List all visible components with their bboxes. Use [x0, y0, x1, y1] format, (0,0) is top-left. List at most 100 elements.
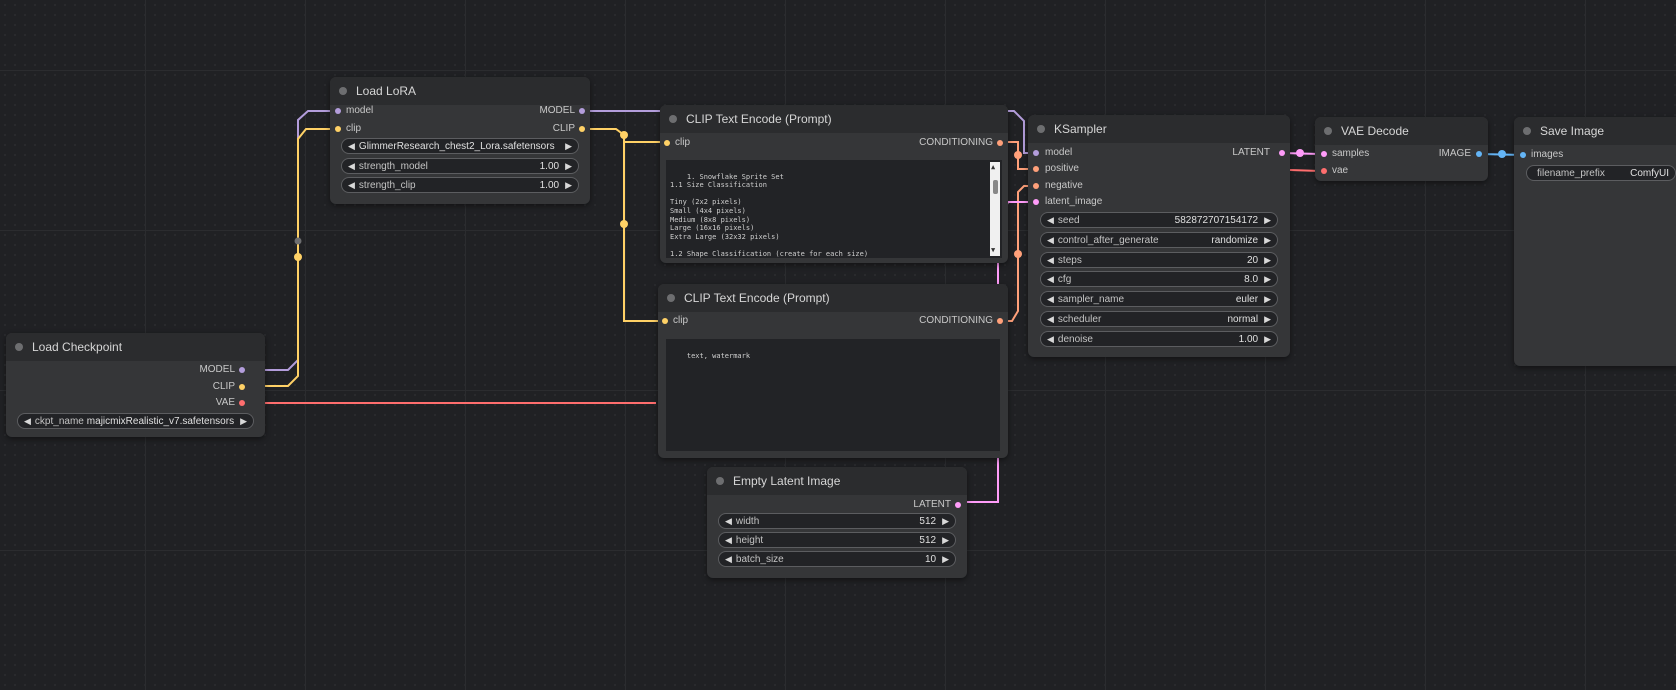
input-clip-slot[interactable]	[662, 318, 668, 324]
collapse-dot-icon[interactable]	[667, 294, 675, 302]
output-latent-slot[interactable]	[1279, 150, 1285, 156]
widget-value: 8.0	[1244, 273, 1259, 285]
widget-lora-name[interactable]: ◀ GlimmerResearch_chest2_Lora.safetensor…	[341, 138, 579, 154]
collapse-dot-icon[interactable]	[339, 87, 347, 95]
output-clip-slot[interactable]	[579, 126, 585, 132]
decrement-arrow-icon[interactable]: ◀	[24, 416, 31, 427]
increment-arrow-icon[interactable]: ▶	[240, 416, 247, 427]
output-model-slot[interactable]	[579, 108, 585, 114]
widget-name: control_after_generate	[1057, 234, 1159, 246]
scroll-down-icon[interactable]: ▼	[991, 246, 995, 255]
node-vae-decode[interactable]: VAE Decode samples vae IMAGE	[1315, 117, 1488, 181]
node-header[interactable]: Save Image	[1514, 117, 1676, 145]
widget-strength-model[interactable]: ◀ strength_model 1.00 ▶	[341, 158, 579, 174]
prompt-text-area[interactable]: 1. Snowflake Sprite Set 1.1 Size Classif…	[666, 160, 1002, 258]
widget-height[interactable]: ◀ height 512 ▶	[718, 532, 956, 548]
decrement-arrow-icon[interactable]: ◀	[725, 535, 732, 546]
input-clip-slot[interactable]	[335, 126, 341, 132]
collapse-dot-icon[interactable]	[15, 343, 23, 351]
decrement-arrow-icon[interactable]: ◀	[725, 516, 732, 527]
increment-arrow-icon[interactable]: ▶	[942, 535, 949, 546]
increment-arrow-icon[interactable]: ▶	[565, 141, 572, 152]
prompt-text-area[interactable]: text, watermark	[666, 339, 1000, 451]
decrement-arrow-icon[interactable]: ◀	[348, 141, 355, 152]
increment-arrow-icon[interactable]: ▶	[565, 161, 572, 172]
input-clip-slot[interactable]	[664, 140, 670, 146]
node-save-image[interactable]: Save Image images filename_prefix ComfyU…	[1514, 117, 1676, 366]
decrement-arrow-icon[interactable]: ◀	[348, 180, 355, 191]
decrement-arrow-icon[interactable]: ◀	[1047, 235, 1054, 246]
input-negative-slot[interactable]	[1033, 183, 1039, 189]
node-clip-text-encode-positive[interactable]: CLIP Text Encode (Prompt) clip CONDITION…	[660, 105, 1008, 263]
widget-cfg[interactable]: ◀ cfg 8.0 ▶	[1040, 271, 1278, 287]
widget-denoise[interactable]: ◀ denoise 1.00 ▶	[1040, 331, 1278, 347]
node-header[interactable]: VAE Decode	[1315, 117, 1488, 145]
node-header[interactable]: Load Checkpoint	[6, 333, 265, 361]
input-samples-slot[interactable]	[1321, 151, 1327, 157]
output-conditioning-label: CONDITIONING	[919, 137, 993, 148]
text-scrollbar[interactable]: ▲ ▼	[990, 162, 1000, 256]
increment-arrow-icon[interactable]: ▶	[942, 516, 949, 527]
node-empty-latent-image[interactable]: Empty Latent Image LATENT ◀ width 512 ▶ …	[707, 467, 967, 578]
collapse-dot-icon[interactable]	[1324, 127, 1332, 135]
node-title: Load LoRA	[356, 84, 417, 98]
widget-control-after-generate[interactable]: ◀ control_after_generate randomize ▶	[1040, 232, 1278, 248]
decrement-arrow-icon[interactable]: ◀	[1047, 215, 1054, 226]
decrement-arrow-icon[interactable]: ◀	[1047, 314, 1054, 325]
increment-arrow-icon[interactable]: ▶	[565, 180, 572, 191]
node-header[interactable]: CLIP Text Encode (Prompt)	[658, 284, 1008, 312]
scroll-up-icon[interactable]: ▲	[991, 163, 995, 172]
widget-scheduler[interactable]: ◀ scheduler normal ▶	[1040, 311, 1278, 327]
decrement-arrow-icon[interactable]: ◀	[1047, 334, 1054, 345]
decrement-arrow-icon[interactable]: ◀	[725, 554, 732, 565]
widget-width[interactable]: ◀ width 512 ▶	[718, 513, 956, 529]
node-header[interactable]: Load LoRA	[330, 77, 590, 105]
widget-ckpt-name[interactable]: ◀ ckpt_name majicmixRealistic_v7.safeten…	[17, 413, 254, 429]
input-model-slot[interactable]	[335, 108, 341, 114]
input-model-slot[interactable]	[1033, 150, 1039, 156]
node-load-checkpoint[interactable]: Load Checkpoint MODEL CLIP VAE ◀ ckpt_na…	[6, 333, 265, 437]
node-clip-text-encode-negative[interactable]: CLIP Text Encode (Prompt) clip CONDITION…	[658, 284, 1008, 458]
increment-arrow-icon[interactable]: ▶	[1264, 215, 1271, 226]
input-positive-slot[interactable]	[1033, 166, 1039, 172]
output-conditioning-slot[interactable]	[997, 318, 1003, 324]
widget-sampler-name[interactable]: ◀ sampler_name euler ▶	[1040, 291, 1278, 307]
widget-batch-size[interactable]: ◀ batch_size 10 ▶	[718, 551, 956, 567]
widget-value: 582872707154172	[1174, 214, 1259, 226]
widget-steps[interactable]: ◀ steps 20 ▶	[1040, 252, 1278, 268]
scroll-thumb[interactable]	[993, 180, 998, 194]
decrement-arrow-icon[interactable]: ◀	[348, 161, 355, 172]
increment-arrow-icon[interactable]: ▶	[1264, 294, 1271, 305]
input-images-slot[interactable]	[1520, 152, 1526, 158]
increment-arrow-icon[interactable]: ▶	[1264, 274, 1271, 285]
increment-arrow-icon[interactable]: ▶	[942, 554, 949, 565]
output-clip-slot[interactable]	[239, 384, 245, 390]
decrement-arrow-icon[interactable]: ◀	[1047, 274, 1054, 285]
increment-arrow-icon[interactable]: ▶	[1264, 314, 1271, 325]
input-vae-label: vae	[1332, 165, 1349, 176]
decrement-arrow-icon[interactable]: ◀	[1047, 255, 1054, 266]
decrement-arrow-icon[interactable]: ◀	[1047, 294, 1054, 305]
node-header[interactable]: Empty Latent Image	[707, 467, 967, 495]
collapse-dot-icon[interactable]	[716, 477, 724, 485]
widget-seed[interactable]: ◀ seed 582872707154172 ▶	[1040, 212, 1278, 228]
node-header[interactable]: CLIP Text Encode (Prompt)	[660, 105, 1008, 133]
widget-strength-clip[interactable]: ◀ strength_clip 1.00 ▶	[341, 177, 579, 193]
output-conditioning-slot[interactable]	[997, 140, 1003, 146]
collapse-dot-icon[interactable]	[669, 115, 677, 123]
node-header[interactable]: KSampler	[1028, 115, 1290, 143]
widget-filename-prefix[interactable]: filename_prefix ComfyUI	[1526, 165, 1676, 181]
output-model-slot[interactable]	[239, 367, 245, 373]
node-load-lora[interactable]: Load LoRA model clip MODEL CLIP ◀ Glimme…	[330, 77, 590, 204]
output-latent-slot[interactable]	[955, 502, 961, 508]
input-vae-slot[interactable]	[1321, 168, 1327, 174]
collapse-dot-icon[interactable]	[1523, 127, 1531, 135]
output-vae-slot[interactable]	[239, 400, 245, 406]
increment-arrow-icon[interactable]: ▶	[1264, 235, 1271, 246]
increment-arrow-icon[interactable]: ▶	[1264, 334, 1271, 345]
collapse-dot-icon[interactable]	[1037, 125, 1045, 133]
input-latent-image-slot[interactable]	[1033, 199, 1039, 205]
increment-arrow-icon[interactable]: ▶	[1264, 255, 1271, 266]
node-ksampler[interactable]: KSampler model positive negative latent_…	[1028, 115, 1290, 357]
output-image-slot[interactable]	[1476, 151, 1482, 157]
